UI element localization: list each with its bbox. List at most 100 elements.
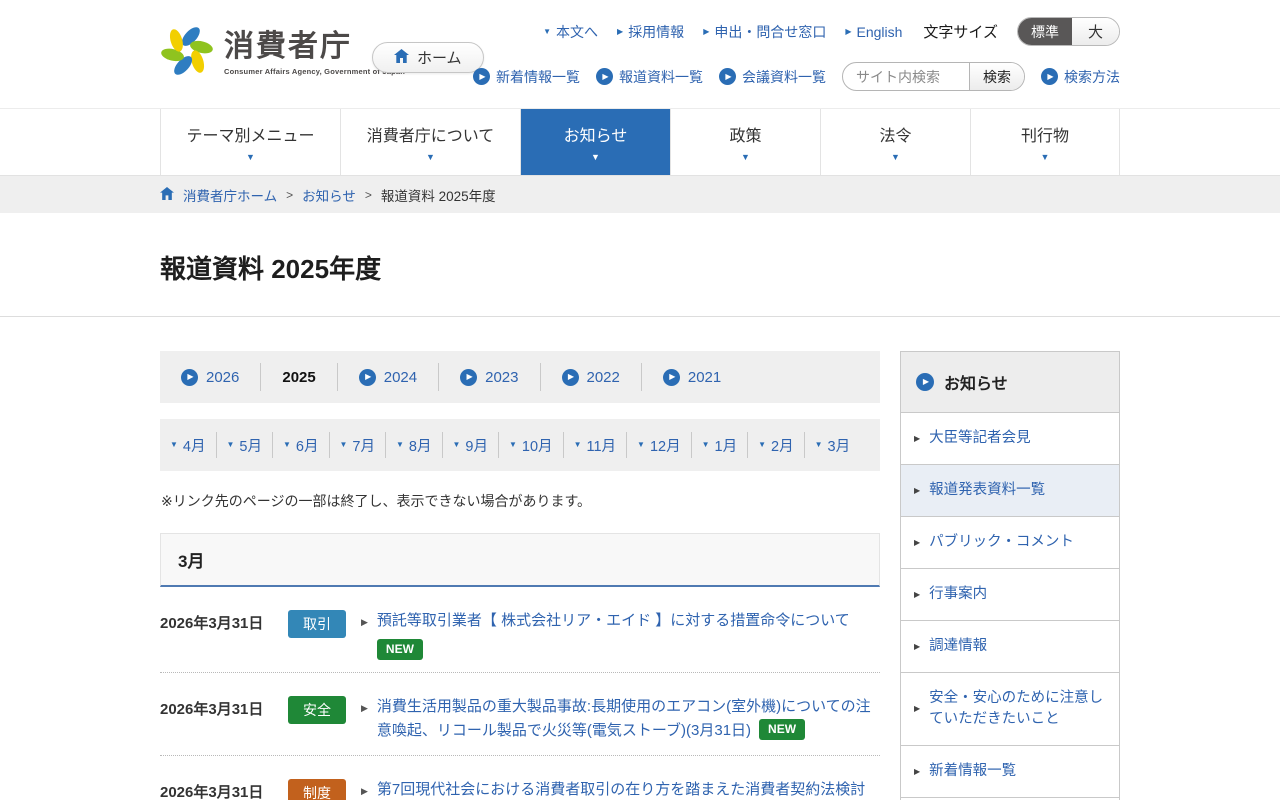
home-button[interactable]: ホーム <box>372 42 484 73</box>
utility-links: ▼ 本文へ ▶ 採用情報 ▶ 申出・問合せ窓口 ▶ English 文字サイズ … <box>543 17 1120 46</box>
home-icon <box>394 49 409 67</box>
chevron-down-icon: ▼ <box>591 153 600 162</box>
chevron-down-icon: ▼ <box>227 441 235 449</box>
news-link[interactable]: 第7回現代社会における消費者取引の在り方を踏まえた消費者契約法検討会ワーキンググ… <box>377 778 880 800</box>
chevron-down-icon: ▼ <box>815 441 823 449</box>
chevron-down-icon: ▼ <box>283 441 291 449</box>
sidebar-item-safety-cautions[interactable]: ▶ 安全・安心のために注意していただきたいこと <box>901 672 1119 745</box>
nav-publications[interactable]: 刊行物 ▼ <box>970 109 1120 175</box>
month-tab-8[interactable]: ▼8月 <box>386 432 443 458</box>
chevron-right-icon: ▶ <box>361 703 368 714</box>
font-size-toggle: 標準 大 <box>1017 17 1120 46</box>
recruitment-link[interactable]: ▶ 採用情報 <box>617 22 684 42</box>
sidebar-item-public-comment[interactable]: ▶ パブリック・コメント <box>901 516 1119 568</box>
year-tab-2021[interactable]: ▶ 2021 <box>642 363 742 391</box>
sidebar-item-events[interactable]: ▶ 行事案内 <box>901 568 1119 620</box>
sidebar-item-press-conference[interactable]: ▶ 大臣等記者会見 <box>901 412 1119 464</box>
news-row: 2026年3月31日 制度 ▶ 第7回現代社会における消費者取引の在り方を踏まえ… <box>160 756 880 800</box>
chevron-down-icon: ▼ <box>758 441 766 449</box>
news-date: 2026年3月31日 <box>160 695 272 719</box>
category-badge-system: 制度 <box>288 779 346 800</box>
category-badge-trade: 取引 <box>288 610 346 638</box>
year-tab-2026[interactable]: ▶ 2026 <box>160 363 261 391</box>
news-link[interactable]: 消費生活用製品の重大製品事故:長期使用のエアコン(室外機)についての注意喚起、リ… <box>377 695 880 743</box>
font-size-standard-button[interactable]: 標準 <box>1018 18 1072 45</box>
sidebar-item-press-release-list[interactable]: ▶ 報道発表資料一覧 <box>901 464 1119 516</box>
home-icon <box>160 187 174 200</box>
chevron-down-icon: ▼ <box>741 153 750 162</box>
sidebar-header: ▶ お知らせ <box>901 352 1119 412</box>
search-help-link[interactable]: ▶ 検索方法 <box>1041 67 1120 87</box>
site-header: 消費者庁 Consumer Affairs Agency, Government… <box>0 0 1280 109</box>
chevron-right-icon: ▶ <box>845 28 851 36</box>
skip-to-content-link[interactable]: ▼ 本文へ <box>543 22 598 42</box>
pinwheel-logo-icon <box>160 24 214 83</box>
chevron-right-icon: ▶ <box>914 433 920 445</box>
search-input[interactable] <box>843 63 969 90</box>
breadcrumb: 消費者庁ホーム > お知らせ > 報道資料 2025年度 <box>0 175 1280 213</box>
sidebar-box: ▶ お知らせ ▶ 大臣等記者会見 ▶ 報道発表資料一覧 ▶ パブリック・コメント… <box>900 351 1120 800</box>
sidebar-item-new-info-list[interactable]: ▶ 新着情報一覧 <box>901 745 1119 797</box>
month-tab-10[interactable]: ▼10月 <box>499 432 564 458</box>
play-circle-icon: ▶ <box>359 369 376 386</box>
main-area: ▶ 2026 2025 ▶ 2024 ▶ 2023 ▶ 2022 ▶ 2021 <box>0 317 1280 800</box>
chevron-right-icon: ▶ <box>914 766 920 778</box>
year-tab-2022[interactable]: ▶ 2022 <box>541 363 642 391</box>
sidebar-item-procurement[interactable]: ▶ 調達情報 <box>901 620 1119 672</box>
play-circle-icon: ▶ <box>1041 68 1058 85</box>
chevron-right-icon: ▶ <box>703 28 709 36</box>
new-badge: NEW <box>759 719 805 740</box>
agency-logo[interactable]: 消費者庁 Consumer Affairs Agency, Government… <box>160 24 405 83</box>
month-tab-5[interactable]: ▼5月 <box>217 432 274 458</box>
breadcrumb-separator: > <box>365 188 372 202</box>
month-tabs: ▼4月 ▼5月 ▼6月 ▼7月 ▼8月 ▼9月 ▼10月 ▼11月 ▼12月 ▼… <box>160 419 880 471</box>
month-tab-12[interactable]: ▼12月 <box>627 432 692 458</box>
chevron-down-icon: ▼ <box>574 441 582 449</box>
new-info-list-link[interactable]: ▶ 新着情報一覧 <box>473 67 580 87</box>
chevron-down-icon: ▼ <box>543 28 551 36</box>
chevron-down-icon: ▼ <box>1041 153 1050 162</box>
contact-link[interactable]: ▶ 申出・問合せ窓口 <box>703 22 826 42</box>
month-tab-1[interactable]: ▼1月 <box>692 432 749 458</box>
month-tab-6[interactable]: ▼6月 <box>273 432 330 458</box>
year-tab-2024[interactable]: ▶ 2024 <box>338 363 439 391</box>
news-date: 2026年3月31日 <box>160 778 272 800</box>
chevron-down-icon: ▼ <box>637 441 645 449</box>
sidebar: ▶ お知らせ ▶ 大臣等記者会見 ▶ 報道発表資料一覧 ▶ パブリック・コメント… <box>900 351 1120 800</box>
font-size-large-button[interactable]: 大 <box>1072 18 1119 45</box>
month-tab-3[interactable]: ▼3月 <box>805 432 861 458</box>
breadcrumb-home-link[interactable]: 消費者庁ホーム <box>183 185 277 205</box>
nav-news[interactable]: お知らせ ▼ <box>520 109 670 175</box>
news-row: 2026年3月31日 安全 ▶ 消費生活用製品の重大製品事故:長期使用のエアコン… <box>160 673 880 756</box>
nav-about-agency[interactable]: 消費者庁について ▼ <box>340 109 520 175</box>
search-button[interactable]: 検索 <box>969 63 1024 90</box>
content-column: ▶ 2026 2025 ▶ 2024 ▶ 2023 ▶ 2022 ▶ 2021 <box>160 351 880 800</box>
chevron-right-icon: ▶ <box>617 28 623 36</box>
play-circle-icon: ▶ <box>719 68 736 85</box>
nav-theme-menu[interactable]: テーマ別メニュー ▼ <box>160 109 340 175</box>
month-tab-2[interactable]: ▼2月 <box>748 432 805 458</box>
press-materials-list-link[interactable]: ▶ 報道資料一覧 <box>596 67 703 87</box>
chevron-right-icon: ▶ <box>914 485 920 497</box>
news-date: 2026年3月31日 <box>160 609 272 633</box>
breadcrumb-news-link[interactable]: お知らせ <box>302 185 356 205</box>
news-row: 2026年3月31日 取引 ▶ 預託等取引業者【 株式会社リア・エイド 】に対す… <box>160 587 880 673</box>
chevron-down-icon: ▼ <box>396 441 404 449</box>
month-tab-9[interactable]: ▼9月 <box>443 432 500 458</box>
global-navigation: テーマ別メニュー ▼ 消費者庁について ▼ お知らせ ▼ 政策 ▼ 法令 ▼ 刊… <box>160 109 1120 175</box>
nav-policy[interactable]: 政策 ▼ <box>670 109 820 175</box>
nav-laws[interactable]: 法令 ▼ <box>820 109 970 175</box>
english-link[interactable]: ▶ English <box>845 24 902 40</box>
link-expiry-note: ※リンク先のページの一部は終了し、表示できない場合があります。 <box>161 491 880 511</box>
month-tab-7[interactable]: ▼7月 <box>330 432 387 458</box>
chevron-down-icon: ▼ <box>453 441 461 449</box>
meeting-materials-list-link[interactable]: ▶ 会議資料一覧 <box>719 67 826 87</box>
year-tabs: ▶ 2026 2025 ▶ 2024 ▶ 2023 ▶ 2022 ▶ 2021 <box>160 351 880 403</box>
quick-links-row: ▶ 新着情報一覧 ▶ 報道資料一覧 ▶ 会議資料一覧 検索 ▶ 検索方法 <box>473 62 1120 91</box>
news-link[interactable]: 預託等取引業者【 株式会社リア・エイド 】に対する措置命令についてNEW <box>377 609 880 660</box>
year-tab-2023[interactable]: ▶ 2023 <box>439 363 540 391</box>
month-tab-4[interactable]: ▼4月 <box>160 432 217 458</box>
category-badge-safety: 安全 <box>288 696 346 724</box>
chevron-down-icon: ▼ <box>702 441 710 449</box>
month-tab-11[interactable]: ▼11月 <box>564 432 627 458</box>
